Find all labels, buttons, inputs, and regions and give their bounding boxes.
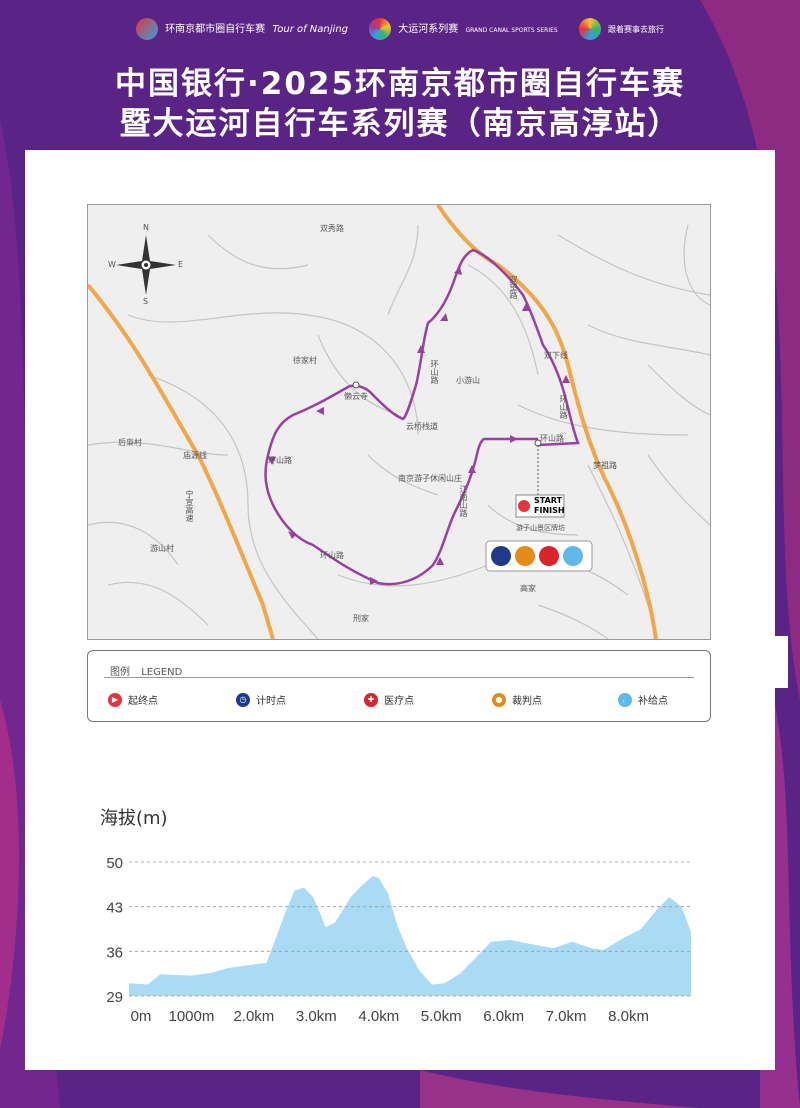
finish-label: FINISH bbox=[534, 506, 565, 515]
label-lijia: 刑家 bbox=[353, 614, 369, 623]
elevation-chart: 50 43 36 29 0m 1000m 2.0km 3.0km 4.0km 5.0km 6.0km… bbox=[106, 855, 691, 1025]
legend-label: 起终点 bbox=[128, 696, 158, 707]
grand-canal-logo: 大运河系列赛 GRAND CANAL SPORTS SERIES bbox=[369, 18, 558, 40]
label-huanshan-1: 环山路 bbox=[430, 360, 439, 384]
logo1-subtext: Tour of Nanjing bbox=[272, 24, 348, 35]
label-xiaoyoushan: 小游山 bbox=[456, 376, 480, 385]
medical-icon: ✚ bbox=[364, 692, 378, 707]
map-canvas bbox=[88, 205, 710, 639]
label-yunqiao: 云桥栈道 bbox=[406, 422, 438, 431]
legend-item-supply: 💧 补给点 bbox=[618, 692, 668, 707]
travel-logo: 跟着赛事去旅行 bbox=[578, 18, 664, 40]
title-line-2: 暨大运河自行车系列赛（南京高淳站） bbox=[119, 106, 681, 142]
legend-item-referee: ● 裁判点 bbox=[492, 692, 542, 707]
label-shuangxiu: 双秀路 bbox=[320, 224, 344, 233]
legend-item-medical: ✚ 医疗点 bbox=[364, 692, 414, 707]
content-card: N S W E 双秀路 徐家村 懒云寺 云桥栈道 环山路 小游山 双下线 环山路… bbox=[25, 150, 775, 1070]
label-huanshan-5: 环山路 bbox=[559, 395, 568, 419]
label-linyuan: 庙源线 bbox=[183, 451, 207, 460]
label-jiangnan: 江南山路 bbox=[459, 485, 468, 517]
compass-s: S bbox=[143, 297, 149, 306]
map-legend: 图例 LEGEND ▶ 起终点 ◷ 计时点 ✚ 医疗点 ● 裁判点 💧 补给点 bbox=[87, 650, 711, 722]
supply-icon: 💧 bbox=[618, 692, 632, 707]
compass-w: W bbox=[108, 260, 116, 269]
page-header: 环南京都市圈自行车赛 Tour of Nanjing 大运河系列赛 GRAND … bbox=[0, 0, 800, 150]
start-label: START bbox=[534, 496, 563, 505]
x-tick-label: 3.0km bbox=[296, 1008, 337, 1025]
legend-item-start-finish: ▶ 起终点 bbox=[108, 692, 158, 707]
x-tick-label: 6.0km bbox=[483, 1008, 524, 1025]
legend-divider bbox=[104, 677, 694, 678]
label-shuangwang: 双望路 bbox=[509, 275, 518, 299]
y-tick-label: 50 bbox=[106, 855, 123, 872]
label-xujia: 徐家村 bbox=[293, 356, 317, 365]
x-tick-label: 8.0km bbox=[608, 1008, 649, 1025]
x-tick-label: 0m bbox=[131, 1008, 152, 1025]
legend-label: 裁判点 bbox=[512, 696, 542, 707]
legend-title: 图例 LEGEND bbox=[110, 663, 190, 678]
station-icons bbox=[485, 540, 593, 572]
route-map: N S W E 双秀路 徐家村 懒云寺 云桥栈道 环山路 小游山 双下线 环山路… bbox=[87, 204, 711, 640]
label-gaojia: 高家 bbox=[520, 584, 536, 593]
compass-n: N bbox=[143, 223, 149, 232]
label-resort: 南京游子休闲山庄 bbox=[398, 474, 462, 483]
label-ningxuan: 宁宣高速 bbox=[185, 490, 194, 522]
label-lanyun: 懒云寺 bbox=[344, 392, 368, 401]
x-tick-label: 4.0km bbox=[358, 1008, 399, 1025]
x-tick-label: 5.0km bbox=[421, 1008, 462, 1025]
label-shuangxia: 双下线 bbox=[544, 351, 568, 360]
referee-icon: ● bbox=[492, 692, 506, 707]
y-tick-label: 36 bbox=[106, 944, 123, 961]
label-huanshan-4: 环山路 bbox=[320, 551, 344, 560]
logo2-text: 大运河系列赛 bbox=[398, 24, 459, 35]
label-youshan: 游山村 bbox=[150, 544, 174, 553]
logo2-subtext: GRAND CANAL SPORTS SERIES bbox=[465, 27, 558, 34]
compass-e: E bbox=[178, 260, 184, 269]
compass-icon bbox=[116, 235, 176, 295]
legend-label: 计时点 bbox=[256, 696, 286, 707]
x-tick-label: 7.0km bbox=[546, 1008, 587, 1025]
x-tick-label: 2.0km bbox=[233, 1008, 274, 1025]
label-huanshan-2: 环山路 bbox=[540, 434, 564, 443]
side-tab bbox=[775, 636, 788, 688]
legend-item-timing: ◷ 计时点 bbox=[236, 692, 286, 707]
logo3-text: 跟着赛事去旅行 bbox=[607, 25, 664, 34]
legend-label: 医疗点 bbox=[384, 696, 414, 707]
title-line-1: 中国银行·2025环南京都市圈自行车赛 bbox=[114, 66, 686, 102]
y-tick-label: 43 bbox=[106, 900, 123, 917]
logo1-text: 环南京都市圈自行车赛 bbox=[165, 24, 266, 35]
timing-icon: ◷ bbox=[236, 692, 250, 707]
tour-of-nanjing-logo: 环南京都市圈自行车赛 Tour of Nanjing bbox=[136, 18, 348, 40]
label-huanshan-3: 环山路 bbox=[268, 456, 292, 465]
label-mengzi: 梦祖路 bbox=[593, 461, 617, 470]
elevation-area bbox=[129, 876, 691, 996]
label-scenic: 游子山景区牌坊 bbox=[516, 524, 565, 532]
start-finish-icon: ▶ bbox=[108, 692, 122, 707]
elevation-title: 海拔(m) bbox=[100, 808, 168, 829]
x-tick-label: 1000m bbox=[169, 1008, 215, 1025]
label-houxiao: 后枭村 bbox=[118, 438, 142, 447]
y-tick-label: 29 bbox=[106, 989, 123, 1006]
logo-row: 环南京都市圈自行车赛 Tour of Nanjing 大运河系列赛 GRAND … bbox=[0, 18, 800, 40]
legend-label: 补给点 bbox=[638, 696, 668, 707]
